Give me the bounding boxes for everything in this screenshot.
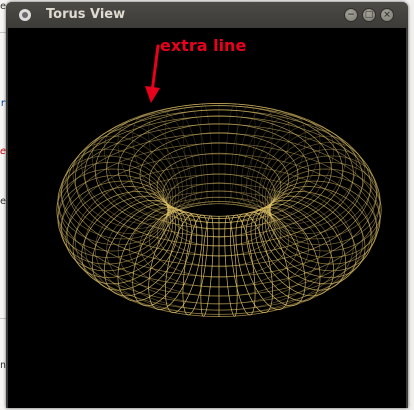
close-button[interactable]: × <box>380 8 394 22</box>
app-icon[interactable] <box>19 9 31 21</box>
render-canvas[interactable] <box>8 28 406 408</box>
torus-view-window: Torus View − □ × <box>6 2 408 408</box>
window-titlebar[interactable]: Torus View − □ × <box>6 2 408 28</box>
window-title: Torus View <box>46 7 126 22</box>
maximize-button[interactable]: □ <box>362 8 376 22</box>
torus-wire-line <box>56 168 169 252</box>
minimize-button[interactable]: − <box>344 8 358 22</box>
torus-wire-line <box>269 168 382 252</box>
annotation-label: extra line <box>160 36 247 55</box>
torus-wireframe <box>56 103 382 317</box>
